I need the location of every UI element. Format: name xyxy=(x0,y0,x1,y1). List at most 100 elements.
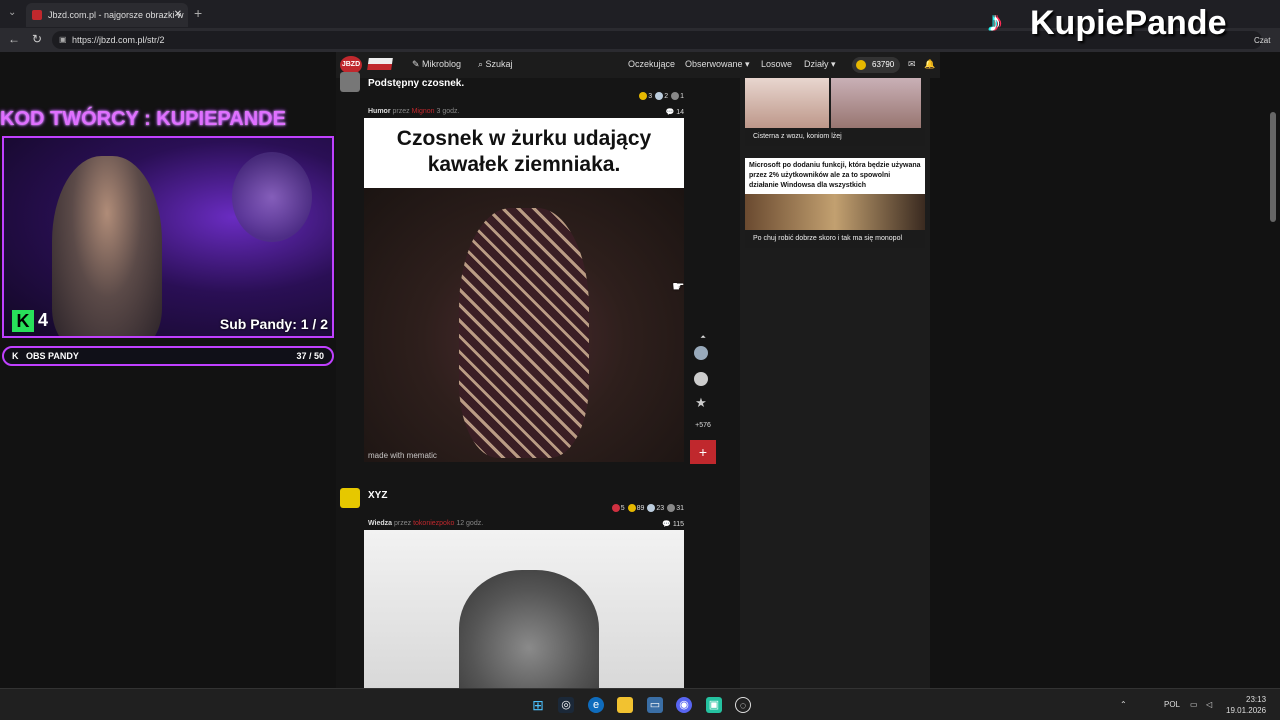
site-info-icon[interactable]: ▣ xyxy=(59,35,67,44)
meme-photo xyxy=(364,530,684,688)
post-meta: Wiedza przez tokoniezpoko 12 godz. xyxy=(368,520,483,527)
vote-silver[interactable]: 2 xyxy=(655,92,668,100)
coin-balance[interactable]: 63790 xyxy=(852,57,900,73)
comment-count[interactable]: 💬 115 xyxy=(662,520,684,528)
coin-icon xyxy=(856,60,866,70)
vote-ruby[interactable]: 5 xyxy=(611,504,625,512)
sidebar-card[interactable]: Microsoft po dodaniu funkcji, która będz… xyxy=(745,158,925,254)
back-icon[interactable]: ← xyxy=(8,32,20,46)
vote-ruby-count: 5 xyxy=(620,504,625,512)
network-icon[interactable]: ▭ xyxy=(1190,700,1198,709)
by-label: przez xyxy=(392,108,410,115)
comment-icon[interactable] xyxy=(694,372,708,386)
vote-rock-count: 1 xyxy=(680,92,684,100)
streamer-image xyxy=(52,156,162,336)
reload-icon[interactable]: ↻ xyxy=(32,32,42,46)
volume-icon[interactable]: ◁ xyxy=(1206,700,1212,709)
tiktok-icon: ♪ xyxy=(988,6,1002,37)
webcam-frame: K 4 Sub Pandy: 1 / 2 xyxy=(2,136,334,338)
edge-icon[interactable]: e xyxy=(588,697,604,713)
post-author[interactable]: tokoniezpoko xyxy=(413,520,454,527)
start-icon[interactable]: ⊞ xyxy=(530,697,546,713)
steam-icon[interactable]: ◎ xyxy=(558,697,574,713)
nav-mikroblog[interactable]: ✎ Mikroblog xyxy=(412,59,461,70)
post-votes: 3 2 1 xyxy=(639,92,684,100)
vote-gold-count: 89 xyxy=(636,504,645,512)
windows-taskbar: ⊞ ◎ e ▭ ◉ ▣ ◌ ⌃ POL ▭ ◁ 23:13 19.01.2026 xyxy=(0,688,1280,720)
collapse-arrow-icon[interactable]: ⏶ xyxy=(690,334,716,342)
browser-tab[interactable]: Jbzd.com.pl - najgorsze obrazki w ✕ xyxy=(26,3,188,27)
silver-medal-icon xyxy=(647,504,656,512)
post-time: 3 godz. xyxy=(436,108,460,115)
post-image[interactable]: Czosnek w żurku udający kawałek ziemniak… xyxy=(364,118,684,462)
gold-medal-icon xyxy=(627,504,636,512)
award-icon[interactable] xyxy=(694,346,708,360)
streamer-brand: ♪ KupiePande xyxy=(986,2,1276,46)
nav-oczekujace[interactable]: Oczekujące xyxy=(628,59,675,69)
messages-icon[interactable]: ✉ xyxy=(908,59,916,70)
post-votes: 5 89 23 31 xyxy=(611,504,684,512)
creator-code-banner: KOD TWÓRCY : KUPIEPANDE xyxy=(0,108,286,130)
kick-count: 4 xyxy=(38,310,49,330)
chat-button[interactable]: Czat xyxy=(1254,36,1270,45)
post-category[interactable]: Wiedza xyxy=(368,520,392,527)
panda-plush-image xyxy=(232,152,312,242)
vote-gold[interactable]: 3 xyxy=(639,92,652,100)
nav-szukaj[interactable]: ⌕ Szukaj xyxy=(478,59,513,70)
nav-losowe[interactable]: Losowe xyxy=(761,59,792,69)
nav-obserwowane[interactable]: Obserwowane ▾ xyxy=(685,59,750,70)
sidebar-card[interactable]: Cisterna z wozu, koniom lżej xyxy=(745,78,925,148)
nav-dzialy[interactable]: Działy ▾ xyxy=(804,59,836,70)
post-author[interactable]: Mignon xyxy=(412,108,435,115)
flag-icon xyxy=(367,58,393,70)
window-app-icon[interactable]: ▭ xyxy=(647,697,663,713)
post-image[interactable] xyxy=(364,530,684,688)
brand-name: KupiePande xyxy=(1030,4,1227,42)
post-score: +576 xyxy=(695,422,711,429)
meme-figure xyxy=(459,208,589,458)
watermark-text: made with mematic xyxy=(368,451,437,460)
meme-photo: made with mematic xyxy=(364,188,684,462)
card-image xyxy=(745,194,925,230)
obs-icon[interactable]: ◌ xyxy=(735,697,751,713)
clock[interactable]: 23:13 19.01.2026 xyxy=(1226,694,1266,716)
author-avatar[interactable] xyxy=(340,72,360,92)
rock-icon xyxy=(671,92,680,100)
coin-count: 63790 xyxy=(872,60,895,69)
favorite-star-icon[interactable]: ★ xyxy=(694,396,708,410)
by-label: przez xyxy=(394,520,412,527)
comment-count-value: 115 xyxy=(672,521,684,528)
comment-count-value: 14 xyxy=(676,109,684,116)
notifications-icon[interactable]: 🔔 xyxy=(924,59,935,70)
vote-silver[interactable]: 23 xyxy=(647,504,664,512)
language-indicator[interactable]: POL xyxy=(1164,700,1180,709)
comment-count[interactable]: 💬 14 xyxy=(666,108,684,116)
tab-title: Jbzd.com.pl - najgorsze obrazki w xyxy=(48,10,184,20)
vote-silver-count: 2 xyxy=(664,92,669,100)
sub-goal: Sub Pandy: 1 / 2 xyxy=(219,316,328,332)
discord-icon[interactable]: ◉ xyxy=(676,697,692,713)
vote-rock[interactable]: 31 xyxy=(667,504,684,512)
ruby-medal-icon xyxy=(611,504,620,512)
post-time: 12 godz. xyxy=(456,520,484,527)
post-category[interactable]: Humor xyxy=(368,108,391,115)
page-scrollbar[interactable] xyxy=(1270,112,1276,222)
meme-caption: Czosnek w żurku udający kawałek ziemniak… xyxy=(396,127,652,176)
post-title[interactable]: Podstępny czosnek. xyxy=(368,78,464,89)
author-avatar[interactable] xyxy=(340,488,360,508)
rock-icon xyxy=(667,504,676,512)
upvote-plus-button[interactable]: + xyxy=(690,440,716,464)
post-title[interactable]: XYZ xyxy=(368,490,387,501)
close-tab-icon[interactable]: ✕ xyxy=(174,9,182,20)
tab-menu-icon[interactable]: ⌄ xyxy=(8,7,16,18)
new-tab-icon[interactable]: + xyxy=(194,5,202,21)
stream-overlay: KOD TWÓRCY : KUPIEPANDE K 4 Sub Pandy: 1… xyxy=(0,108,336,370)
tray-expand-icon[interactable]: ⌃ xyxy=(1120,700,1127,709)
vote-gold-count: 3 xyxy=(648,92,653,100)
card-top-text: Microsoft po dodaniu funkcji, która będz… xyxy=(745,158,925,194)
file-explorer-icon[interactable] xyxy=(617,697,633,713)
vote-rock[interactable]: 1 xyxy=(671,92,684,100)
app-icon[interactable]: ▣ xyxy=(706,697,722,713)
vote-gold[interactable]: 89 xyxy=(627,504,645,512)
vote-rock-count: 31 xyxy=(676,504,684,512)
